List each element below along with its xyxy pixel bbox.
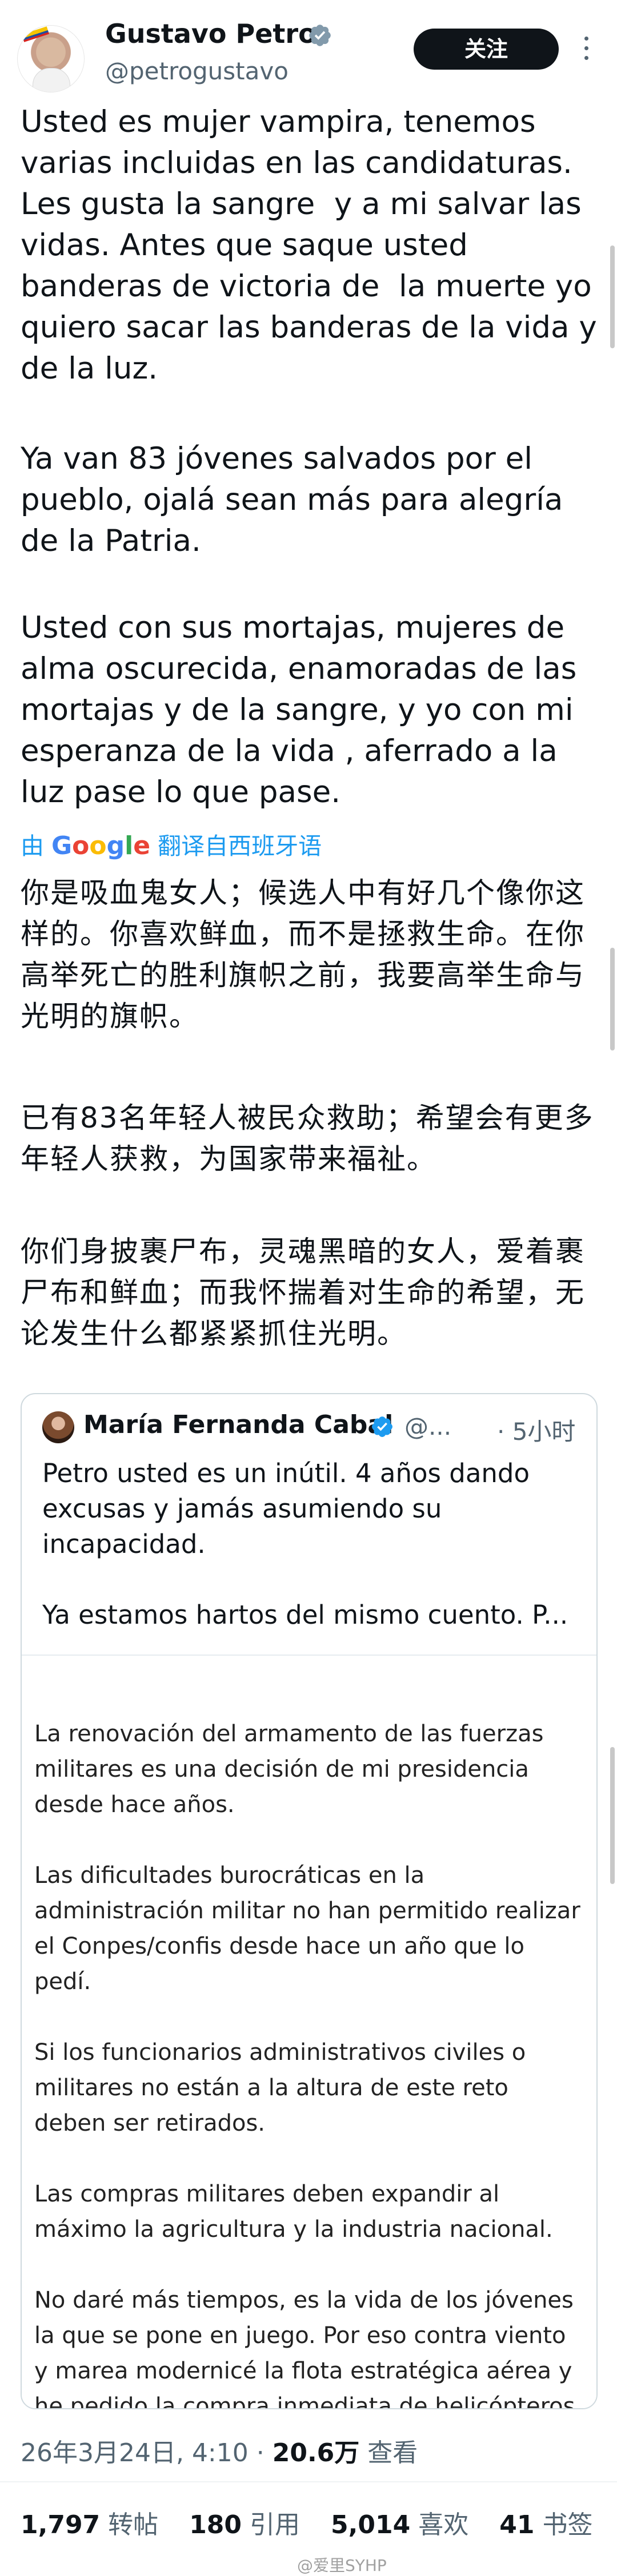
tweet-date: 26年3月24日, 4:10 · bbox=[21, 2438, 273, 2468]
avatar-figure bbox=[33, 68, 70, 92]
verified-badge-icon bbox=[309, 25, 331, 46]
avatar-flag bbox=[21, 26, 50, 42]
google-logo: Google bbox=[51, 831, 151, 860]
quote-author-handle: @... bbox=[404, 1412, 452, 1440]
quote-text-continued: Ya estamos hartos del mismo cuento. P... bbox=[42, 1600, 568, 1630]
quoted-tweet[interactable]: María Fernanda Cabal @... · 5小时 Petro us… bbox=[21, 1393, 598, 2409]
image-statement-text: La renovación del armamento de las fuerz… bbox=[34, 1721, 580, 2408]
tweet-meta: 26年3月24日, 4:10 · 20.6万 查看 bbox=[21, 2432, 418, 2469]
follow-button[interactable]: 关注 bbox=[414, 29, 559, 70]
tweet-paragraph-1: Usted es mujer vampira, tenemos varias i… bbox=[21, 104, 607, 386]
quotes-stat[interactable]: 180 引用 bbox=[189, 2510, 300, 2539]
retweets-stat[interactable]: 1,797 转帖 bbox=[21, 2510, 158, 2539]
translate-label: 翻译自西班牙语 bbox=[158, 832, 322, 860]
verified-badge-icon bbox=[372, 1416, 392, 1437]
quote-timestamp: · 5小时 bbox=[497, 1418, 576, 1446]
quote-author-name: María Fernanda Cabal bbox=[83, 1410, 394, 1439]
scrollbar-thumb[interactable] bbox=[610, 245, 615, 348]
more-options-icon[interactable] bbox=[575, 31, 598, 65]
quote-author-avatar bbox=[42, 1411, 74, 1443]
scrollbar-thumb-3[interactable] bbox=[610, 1747, 615, 1884]
view-count: 20.6万 bbox=[272, 2438, 360, 2468]
translation-paragraph-1: 你是吸血鬼女人；候选人中有好几个像你这样的。你喜欢鲜血，而不是拯救生命。在你高举… bbox=[21, 876, 585, 1033]
scrollbar-thumb-2[interactable] bbox=[610, 948, 615, 1050]
engagement-stats: 1,797 转帖 180 引用 5,014 喜欢 41 书签 bbox=[21, 2504, 615, 2541]
translation-paragraph-3: 你们身披裹尸布，灵魂黑暗的女人，爱着裹尸布和鲜血；而我怀揣着对生命的希望，无论发… bbox=[21, 1235, 585, 1350]
author-name[interactable]: Gustavo Petro bbox=[105, 18, 316, 49]
watermark: @爱里SYHP bbox=[297, 2556, 387, 2575]
bookmarks-stat[interactable]: 41 书签 bbox=[499, 2510, 592, 2539]
translation-attribution[interactable]: 由 Google 翻译自西班牙语 bbox=[21, 827, 322, 861]
translation-paragraph-2: 已有83名年轻人被民众救助；希望会有更多年轻人获救，为国家带来福祉。 bbox=[21, 1101, 594, 1176]
divider bbox=[0, 2481, 617, 2482]
tweet-paragraph-2: Ya van 83 jóvenes salvados por el pueblo… bbox=[21, 441, 573, 558]
likes-stat[interactable]: 5,014 喜欢 bbox=[331, 2510, 468, 2539]
tweet-header: Gustavo Petro @petrogustavo 关注 bbox=[0, 0, 617, 103]
quote-attached-image[interactable]: La renovación del armamento de las fuerz… bbox=[22, 1655, 596, 2408]
tweet-paragraph-3: Usted con sus mortajas, mujeres de alma … bbox=[21, 610, 587, 810]
view-label: 查看 bbox=[359, 2438, 418, 2468]
author-avatar[interactable] bbox=[17, 25, 85, 92]
translate-prefix: 由 bbox=[21, 832, 44, 860]
quote-text: Petro usted es un inútil. 4 años dando e… bbox=[42, 1458, 538, 1559]
author-handle[interactable]: @petrogustavo bbox=[105, 57, 289, 85]
